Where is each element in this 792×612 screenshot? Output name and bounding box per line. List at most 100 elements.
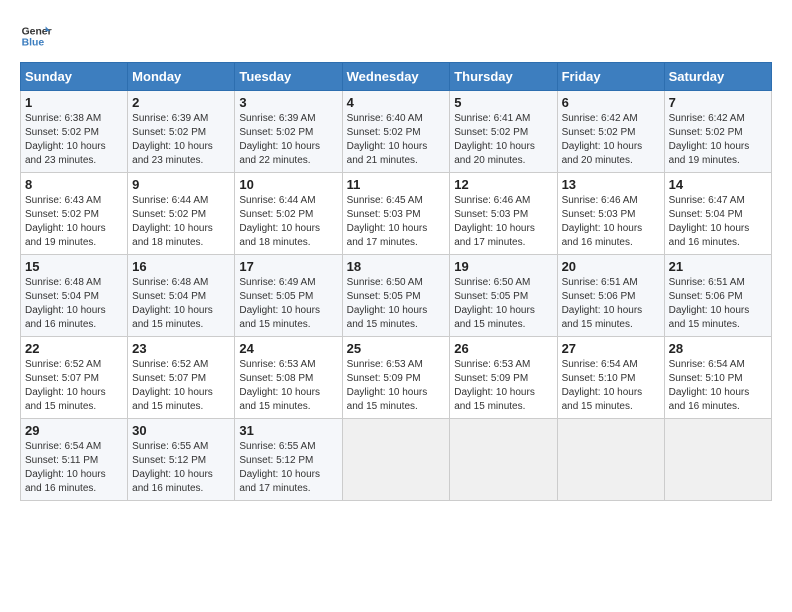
- day-content: Sunrise: 6:40 AM Sunset: 5:02 PM Dayligh…: [347, 112, 446, 168]
- day-number: 27: [562, 341, 660, 356]
- calendar-day-cell: 20Sunrise: 6:51 AM Sunset: 5:06 PM Dayli…: [557, 255, 664, 337]
- calendar-day-cell: 18Sunrise: 6:50 AM Sunset: 5:05 PM Dayli…: [342, 255, 450, 337]
- calendar-day-cell: 14 Sunrise: 6:47 AM Sunset: 5:04 PM Dayli…: [664, 173, 771, 255]
- day-number: 1: [25, 95, 123, 110]
- day-of-week-header: Saturday: [664, 63, 771, 91]
- day-content: Sunrise: 6:54 AM Sunset: 5:11 PM Dayligh…: [25, 440, 123, 496]
- calendar-day-cell: 7 Sunrise: 6:42 AM Sunset: 5:02 PM Daylig…: [664, 91, 771, 173]
- day-of-week-header: Thursday: [450, 63, 557, 91]
- calendar-week-row: 1 Sunrise: 6:38 AM Sunset: 5:02 PM Daylig…: [21, 91, 772, 173]
- calendar-day-cell: 1 Sunrise: 6:38 AM Sunset: 5:02 PM Daylig…: [21, 91, 128, 173]
- day-number: 14: [669, 177, 767, 192]
- calendar-week-row: 29 Sunrise: 6:54 AM Sunset: 5:11 PM Dayli…: [21, 419, 772, 501]
- calendar-day-cell: 21 Sunrise: 6:51 AM Sunset: 5:06 PM Dayli…: [664, 255, 771, 337]
- calendar-day-cell: 10 Sunrise: 6:44 AM Sunset: 5:02 PM Dayli…: [235, 173, 342, 255]
- day-content: Sunrise: 6:46 AM Sunset: 5:03 PM Dayligh…: [562, 194, 660, 250]
- calendar-day-cell: 17 Sunrise: 6:49 AM Sunset: 5:05 PM Dayli…: [235, 255, 342, 337]
- calendar-day-cell: 4 Sunrise: 6:40 AM Sunset: 5:02 PM Daylig…: [342, 91, 450, 173]
- day-number: 23: [132, 341, 230, 356]
- day-content: Sunrise: 6:53 AM Sunset: 5:09 PM Dayligh…: [454, 358, 552, 414]
- calendar-day-cell: 31 Sunrise: 6:55 AM Sunset: 5:12 PM Dayli…: [235, 419, 342, 501]
- day-content: Sunrise: 6:39 AM Sunset: 5:02 PM Dayligh…: [239, 112, 337, 168]
- day-number: 30: [132, 423, 230, 438]
- day-content: Sunrise: 6:46 AM Sunset: 5:03 PM Dayligh…: [454, 194, 552, 250]
- calendar-header-row: SundayMondayTuesdayWednesdayThursdayFrid…: [21, 63, 772, 91]
- day-content: Sunrise: 6:42 AM Sunset: 5:02 PM Dayligh…: [669, 112, 767, 168]
- day-number: 2: [132, 95, 230, 110]
- day-content: Sunrise: 6:48 AM Sunset: 5:04 PM Dayligh…: [25, 276, 123, 332]
- day-content: Sunrise: 6:53 AM Sunset: 5:08 PM Dayligh…: [239, 358, 337, 414]
- calendar-day-cell: [664, 419, 771, 501]
- calendar-day-cell: [342, 419, 450, 501]
- calendar-day-cell: 3 Sunrise: 6:39 AM Sunset: 5:02 PM Daylig…: [235, 91, 342, 173]
- day-number: 26: [454, 341, 552, 356]
- day-number: 16: [132, 259, 230, 274]
- day-number: 22: [25, 341, 123, 356]
- day-number: 28: [669, 341, 767, 356]
- day-of-week-header: Wednesday: [342, 63, 450, 91]
- day-number: 4: [347, 95, 446, 110]
- day-content: Sunrise: 6:47 AM Sunset: 5:04 PM Dayligh…: [669, 194, 767, 250]
- day-of-week-header: Tuesday: [235, 63, 342, 91]
- day-content: Sunrise: 6:38 AM Sunset: 5:02 PM Dayligh…: [25, 112, 123, 168]
- day-content: Sunrise: 6:39 AM Sunset: 5:02 PM Dayligh…: [132, 112, 230, 168]
- svg-text:Blue: Blue: [22, 38, 45, 49]
- day-content: Sunrise: 6:41 AM Sunset: 5:02 PM Dayligh…: [454, 112, 552, 168]
- day-number: 29: [25, 423, 123, 438]
- calendar-day-cell: 5 Sunrise: 6:41 AM Sunset: 5:02 PM Daylig…: [450, 91, 557, 173]
- day-content: Sunrise: 6:51 AM Sunset: 5:06 PM Dayligh…: [669, 276, 767, 332]
- day-content: Sunrise: 6:49 AM Sunset: 5:05 PM Dayligh…: [239, 276, 337, 332]
- day-number: 20: [562, 259, 660, 274]
- day-content: Sunrise: 6:44 AM Sunset: 5:02 PM Dayligh…: [239, 194, 337, 250]
- calendar-table: SundayMondayTuesdayWednesdayThursdayFrid…: [20, 62, 772, 501]
- calendar-day-cell: 12Sunrise: 6:46 AM Sunset: 5:03 PM Dayli…: [450, 173, 557, 255]
- calendar-day-cell: [450, 419, 557, 501]
- calendar-day-cell: [557, 419, 664, 501]
- calendar-day-cell: 29 Sunrise: 6:54 AM Sunset: 5:11 PM Dayli…: [21, 419, 128, 501]
- day-content: Sunrise: 6:50 AM Sunset: 5:05 PM Dayligh…: [454, 276, 552, 332]
- day-of-week-header: Monday: [128, 63, 235, 91]
- calendar-day-cell: 25 Sunrise: 6:53 AM Sunset: 5:09 PM Dayli…: [342, 337, 450, 419]
- page-header: General Blue: [20, 20, 772, 52]
- day-number: 3: [239, 95, 337, 110]
- day-content: Sunrise: 6:54 AM Sunset: 5:10 PM Dayligh…: [562, 358, 660, 414]
- day-content: Sunrise: 6:43 AM Sunset: 5:02 PM Dayligh…: [25, 194, 123, 250]
- day-content: Sunrise: 6:48 AM Sunset: 5:04 PM Dayligh…: [132, 276, 230, 332]
- day-number: 6: [562, 95, 660, 110]
- day-content: Sunrise: 6:55 AM Sunset: 5:12 PM Dayligh…: [132, 440, 230, 496]
- logo-icon: General Blue: [20, 20, 52, 52]
- day-number: 25: [347, 341, 446, 356]
- calendar-day-cell: 15Sunrise: 6:48 AM Sunset: 5:04 PM Dayli…: [21, 255, 128, 337]
- svg-text:General: General: [22, 26, 52, 37]
- calendar-day-cell: 8 Sunrise: 6:43 AM Sunset: 5:02 PM Daylig…: [21, 173, 128, 255]
- calendar-day-cell: 27 Sunrise: 6:54 AM Sunset: 5:10 PM Dayli…: [557, 337, 664, 419]
- calendar-day-cell: 16 Sunrise: 6:48 AM Sunset: 5:04 PM Dayli…: [128, 255, 235, 337]
- day-number: 31: [239, 423, 337, 438]
- day-number: 21: [669, 259, 767, 274]
- calendar-day-cell: 22Sunrise: 6:52 AM Sunset: 5:07 PM Dayli…: [21, 337, 128, 419]
- day-content: Sunrise: 6:53 AM Sunset: 5:09 PM Dayligh…: [347, 358, 446, 414]
- day-content: Sunrise: 6:45 AM Sunset: 5:03 PM Dayligh…: [347, 194, 446, 250]
- day-content: Sunrise: 6:52 AM Sunset: 5:07 PM Dayligh…: [132, 358, 230, 414]
- calendar-day-cell: 26 Sunrise: 6:53 AM Sunset: 5:09 PM Dayli…: [450, 337, 557, 419]
- calendar-day-cell: 23 Sunrise: 6:52 AM Sunset: 5:07 PM Dayli…: [128, 337, 235, 419]
- day-number: 8: [25, 177, 123, 192]
- day-number: 10: [239, 177, 337, 192]
- day-number: 17: [239, 259, 337, 274]
- calendar-day-cell: 19Sunrise: 6:50 AM Sunset: 5:05 PM Dayli…: [450, 255, 557, 337]
- day-of-week-header: Friday: [557, 63, 664, 91]
- calendar-week-row: 15Sunrise: 6:48 AM Sunset: 5:04 PM Dayli…: [21, 255, 772, 337]
- calendar-week-row: 22 Sunrise: 6:52 AM Sunset: 5:07 PM Dayli…: [21, 337, 772, 419]
- day-content: Sunrise: 6:54 AM Sunset: 5:10 PM Dayligh…: [669, 358, 767, 414]
- calendar-day-cell: 30 Sunrise: 6:55 AM Sunset: 5:12 PM Dayli…: [128, 419, 235, 501]
- day-of-week-header: Sunday: [21, 63, 128, 91]
- calendar-day-cell: 6Sunrise: 6:42 AM Sunset: 5:02 PM Daylig…: [557, 91, 664, 173]
- day-number: 18: [347, 259, 446, 274]
- logo: General Blue: [20, 20, 52, 52]
- calendar-day-cell: 2 Sunrise: 6:39 AM Sunset: 5:02 PM Daylig…: [128, 91, 235, 173]
- day-content: Sunrise: 6:55 AM Sunset: 5:12 PM Dayligh…: [239, 440, 337, 496]
- day-number: 5: [454, 95, 552, 110]
- calendar-day-cell: 13Sunrise: 6:46 AM Sunset: 5:03 PM Dayli…: [557, 173, 664, 255]
- day-number: 7: [669, 95, 767, 110]
- calendar-day-cell: 24Sunrise: 6:53 AM Sunset: 5:08 PM Dayli…: [235, 337, 342, 419]
